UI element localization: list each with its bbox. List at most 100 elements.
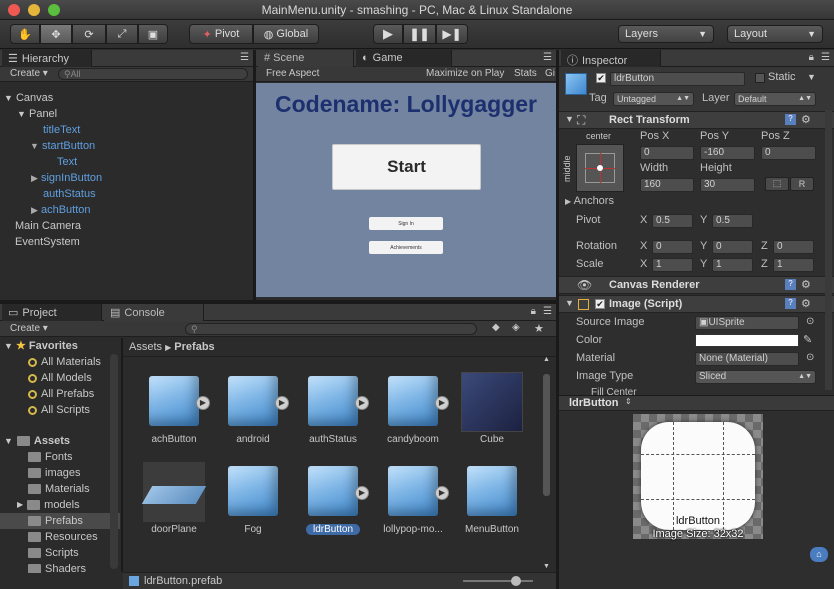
scale-x-field[interactable]: 1 — [652, 258, 693, 272]
play-button[interactable]: ▶ — [373, 24, 403, 44]
rect-transform-header[interactable]: ▼ ⛶ Rect Transform ? ⚙ — [559, 111, 834, 129]
anchors-foldout[interactable]: ▶ Anchors — [565, 195, 614, 207]
breadcrumb-prefabs[interactable]: Prefabs — [174, 341, 214, 353]
material-field[interactable]: None (Material) — [695, 352, 799, 366]
rotation-x-field[interactable]: 0 — [652, 240, 693, 254]
panel-menu-icon[interactable]: ☰ — [543, 306, 552, 317]
asset-item[interactable]: MenuButton — [453, 462, 533, 542]
expand-prefab-icon[interactable]: ▶ — [355, 396, 369, 410]
tab-game[interactable]: ◐ Game — [356, 50, 452, 67]
preview-header[interactable]: ldrButton ⇕ — [559, 396, 834, 411]
pos-z-field[interactable]: 0 — [761, 146, 816, 160]
pos-y-field[interactable]: -160 — [700, 146, 755, 160]
width-field[interactable]: 160 — [640, 178, 694, 192]
scroll-up-icon[interactable]: ▲ — [543, 356, 550, 363]
object-picker-icon[interactable]: ⊙ — [806, 316, 814, 327]
color-swatch[interactable] — [695, 334, 799, 347]
tab-console[interactable]: ▤ Console — [104, 304, 204, 321]
rect-tool-button[interactable]: ▣ — [138, 24, 168, 44]
anchor-preset-button[interactable] — [576, 144, 624, 192]
panel-menu-icon[interactable]: ☰ — [240, 52, 249, 63]
lock-icon[interactable]: 🔒︎ — [809, 52, 814, 63]
gear-icon[interactable]: ⚙ — [801, 297, 811, 310]
rotation-z-field[interactable]: 0 — [773, 240, 814, 254]
tag-dropdown[interactable]: Untagged ▲▼ — [613, 92, 694, 106]
folder-item[interactable]: Fonts — [0, 449, 120, 465]
expand-prefab-icon[interactable]: ▶ — [355, 486, 369, 500]
blueprint-mode-button[interactable]: ⬚ — [765, 177, 789, 191]
folder-item[interactable]: Scripts — [0, 545, 120, 561]
project-search-input[interactable]: ⚲ — [185, 323, 477, 335]
favorites-header[interactable]: ▼ ★ Favorites — [0, 338, 120, 354]
gear-icon[interactable]: ⚙ — [801, 278, 811, 291]
tab-project[interactable]: ▭ Project — [2, 304, 102, 321]
tree-item-signinbutton[interactable]: ▶ signInButton — [0, 170, 253, 186]
pivot-x-field[interactable]: 0.5 — [652, 214, 693, 228]
pivot-y-field[interactable]: 0.5 — [712, 214, 753, 228]
tree-item-titletext[interactable]: titleText — [0, 122, 253, 138]
layers-dropdown[interactable]: Layers ▼ — [618, 25, 714, 43]
asset-item[interactable]: ▶ android — [214, 372, 294, 452]
asset-item[interactable]: ▶ ldrButton — [294, 462, 374, 542]
asset-item[interactable]: doorPlane — [135, 462, 215, 542]
folder-item[interactable]: Materials — [0, 481, 120, 497]
zoom-slider-handle[interactable] — [511, 576, 521, 586]
tree-item-achbutton[interactable]: ▶ achButton — [0, 202, 253, 218]
tree-item-authstatus[interactable]: authStatus — [0, 186, 253, 202]
tab-scene[interactable]: # Scene — [258, 50, 354, 67]
scale-y-field[interactable]: 1 — [712, 258, 753, 272]
static-checkbox[interactable] — [755, 73, 765, 83]
tree-item-main-camera[interactable]: Main Camera — [0, 218, 253, 234]
active-checkbox[interactable]: ✔ — [596, 73, 606, 83]
source-image-field[interactable]: ▣UISprite — [695, 316, 799, 330]
image-enabled-checkbox[interactable]: ✔ — [595, 299, 605, 309]
pivot-toggle[interactable]: ✦ Pivot — [189, 24, 253, 44]
tree-item-text[interactable]: Text — [0, 154, 253, 170]
folder-item[interactable]: Shaders — [0, 561, 120, 573]
asset-item[interactable]: ▶ candyboom — [374, 372, 454, 452]
height-field[interactable]: 30 — [700, 178, 755, 192]
rotate-tool-button[interactable]: ⟳ — [72, 24, 106, 44]
game-start-button[interactable]: Start — [332, 144, 481, 190]
rotation-y-field[interactable]: 0 — [712, 240, 753, 254]
zoom-slider-track[interactable] — [463, 580, 533, 582]
lock-icon[interactable]: 🔒︎ — [531, 306, 536, 317]
breadcrumb-assets[interactable]: Assets — [129, 341, 162, 353]
help-icon[interactable]: ? — [785, 279, 796, 290]
folder-tree-scrollbar[interactable] — [110, 354, 118, 569]
object-name-field[interactable]: ldrButton — [610, 72, 745, 86]
step-button[interactable]: ▶❚ — [436, 24, 468, 44]
asset-labels-icon[interactable]: ⌂ — [810, 547, 828, 562]
scale-z-field[interactable]: 1 — [773, 258, 814, 272]
pos-x-field[interactable]: 0 — [640, 146, 694, 160]
gear-icon[interactable]: ⚙ — [801, 113, 811, 126]
favorite-item[interactable]: All Scripts — [0, 402, 120, 418]
inspector-scrollbar[interactable] — [825, 110, 832, 390]
expand-prefab-icon[interactable]: ▶ — [435, 486, 449, 500]
global-toggle[interactable]: ◍ Global — [253, 24, 319, 44]
scroll-down-icon[interactable]: ▼ — [543, 563, 550, 570]
panel-menu-icon[interactable]: ☰ — [543, 52, 552, 63]
folder-item[interactable]: images — [0, 465, 120, 481]
tree-item-startbutton[interactable]: ▼ startButton — [0, 138, 253, 154]
stats-toggle[interactable]: Stats — [514, 68, 537, 79]
tree-item-eventsystem[interactable]: EventSystem — [0, 234, 253, 250]
folder-item[interactable]: ▶ models — [0, 497, 120, 513]
asset-grid-scrollbar[interactable] — [543, 374, 550, 496]
favorite-item[interactable]: All Models — [0, 370, 120, 386]
aspect-dropdown[interactable]: Free Aspect — [266, 68, 319, 79]
image-type-dropdown[interactable]: Sliced ▲▼ — [695, 370, 816, 384]
game-viewport[interactable]: Codename: Lollygagger Start Sign In Achi… — [256, 83, 556, 297]
layer-dropdown[interactable]: Default ▲▼ — [734, 92, 816, 106]
hierarchy-create-dropdown[interactable]: Create ▾ — [10, 68, 48, 79]
pause-button[interactable]: ❚❚ — [403, 24, 436, 44]
favorite-item[interactable]: All Prefabs — [0, 386, 120, 402]
panel-menu-icon[interactable]: ☰ — [821, 52, 830, 63]
layout-dropdown[interactable]: Layout ▼ — [727, 25, 823, 43]
asset-item[interactable]: ▶ lollypop-mo... — [374, 462, 454, 542]
favorite-star-icon[interactable]: ★ — [534, 322, 544, 335]
tree-item-panel[interactable]: ▼ Panel — [0, 106, 253, 122]
scale-tool-button[interactable]: ⤢ — [106, 24, 138, 44]
help-icon[interactable]: ? — [785, 114, 796, 125]
maximize-on-play-toggle[interactable]: Maximize on Play — [426, 68, 504, 79]
